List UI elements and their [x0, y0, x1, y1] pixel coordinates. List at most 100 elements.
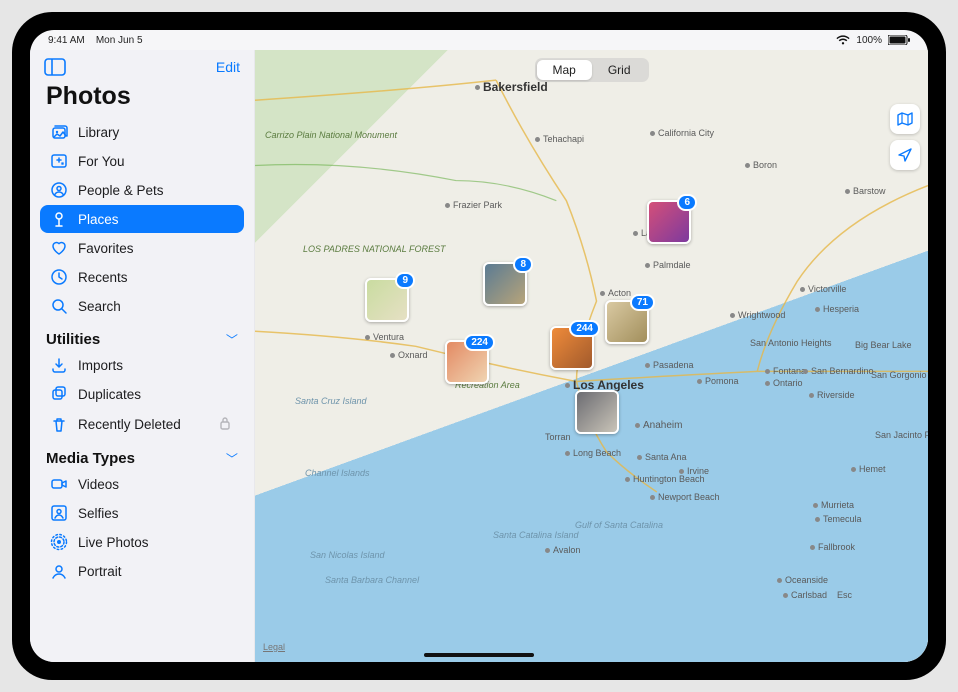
map-label: Santa Cruz Island — [295, 396, 367, 406]
video-icon — [50, 475, 68, 493]
lock-icon — [216, 414, 234, 435]
cluster-count-badge: 6 — [677, 194, 697, 211]
map-label: Palmdale — [645, 260, 691, 270]
edit-button[interactable]: Edit — [216, 59, 240, 75]
selfie-square-icon — [50, 504, 68, 522]
map-label: Hesperia — [815, 304, 859, 314]
map-grid-segmented[interactable]: Map Grid — [534, 58, 648, 82]
sidebar-section-utilities[interactable]: Utilities〉 — [36, 325, 248, 350]
status-right: 100% — [836, 35, 910, 46]
chevron-down-icon: 〉 — [223, 452, 240, 464]
map-label: Fallbrook — [810, 542, 855, 552]
cluster-thumb — [577, 392, 617, 432]
map-label: Murrieta — [813, 500, 854, 510]
map-label: Frazier Park — [445, 200, 502, 210]
segment-map[interactable]: Map — [536, 60, 591, 80]
sidebar-item-deleted[interactable]: Recently Deleted — [40, 409, 244, 440]
map-style-button[interactable] — [890, 104, 920, 134]
map-label: Ontario — [765, 378, 803, 388]
sidebar-item-portrait[interactable]: Portrait — [40, 557, 244, 585]
sidebar-item-label: Library — [78, 125, 119, 140]
photo-cluster[interactable]: 224 — [445, 340, 489, 384]
map-legal-link[interactable]: Legal — [263, 642, 285, 652]
map-label: Wrightwood — [730, 310, 785, 320]
sidebar-item-label: Favorites — [78, 241, 134, 256]
sidebar-item-selfies[interactable]: Selfies — [40, 499, 244, 527]
sidebar-item-label: Recents — [78, 270, 128, 285]
sidebar-item-foryou[interactable]: For You — [40, 147, 244, 175]
sidebar: Edit Photos Library For You People & Pets P… — [30, 50, 255, 662]
sidebar-item-label: Videos — [78, 477, 119, 492]
sidebar-item-label: Search — [78, 299, 121, 314]
photo-stack-icon — [50, 123, 68, 141]
wifi-icon — [836, 35, 850, 45]
map-label: San Nicolas Island — [310, 550, 385, 560]
sidebar-item-imports[interactable]: Imports — [40, 351, 244, 379]
map-label: Boron — [745, 160, 777, 170]
map-label: LOS PADRES NATIONAL FOREST — [303, 244, 446, 254]
map-label: Santa Barbara Channel — [325, 575, 419, 585]
sidebar-item-search[interactable]: Search — [40, 292, 244, 320]
status-left: 9:41 AM Mon Jun 5 — [48, 35, 143, 46]
map-label: Gulf of Santa Catalina — [575, 520, 663, 530]
map-label: Anaheim — [635, 420, 682, 431]
home-indicator[interactable] — [424, 653, 534, 657]
person-circle-icon — [50, 181, 68, 199]
photo-cluster[interactable] — [575, 390, 619, 434]
map-label: Carrizo Plain National Monument — [265, 130, 397, 140]
photo-cluster[interactable]: 9 — [365, 278, 409, 322]
portrait-icon — [50, 562, 68, 580]
sidebar-item-recents[interactable]: Recents — [40, 263, 244, 291]
map-label: Carlsbad — [783, 590, 827, 600]
map-label: Newport Beach — [650, 492, 720, 502]
section-title: Media Types — [46, 450, 135, 467]
sidebar-item-duplicates[interactable]: Duplicates — [40, 380, 244, 408]
sidebar-item-places[interactable]: Places — [40, 205, 244, 233]
photos-app: Edit Photos Library For You People & Pets P… — [30, 50, 928, 662]
sidebar-section-media-types[interactable]: Media Types 〉 — [36, 444, 248, 469]
photo-cluster[interactable]: 71 — [605, 300, 649, 344]
sidebar-item-label: Selfies — [78, 506, 119, 521]
status-date: Mon Jun 5 — [96, 35, 143, 46]
map-label: Pasadena — [645, 360, 694, 370]
map-label: Santa Ana — [637, 452, 687, 462]
photo-cluster[interactable]: 6 — [647, 200, 691, 244]
sidebar-toggle-icon[interactable] — [44, 58, 66, 76]
map-label: San Bernardino — [803, 366, 874, 376]
map-label: Acton — [600, 288, 631, 298]
map-label: Victorville — [800, 284, 846, 294]
sidebar-item-videos[interactable]: Videos — [40, 470, 244, 498]
download-icon — [50, 356, 68, 374]
pin-icon — [50, 210, 68, 228]
map-label: California City — [650, 128, 714, 138]
screen: 9:41 AM Mon Jun 5 100% — [30, 30, 928, 662]
map-label: Avalon — [545, 545, 580, 555]
map-label: Torran — [545, 432, 571, 442]
sidebar-item-label: Live Photos — [78, 535, 149, 550]
map-label: Long Beach — [565, 448, 621, 458]
map-label: Pomona — [697, 376, 739, 386]
map-label: San Gorgonio Mountain 11,499 ft — [871, 370, 928, 380]
sidebar-item-label: Recently Deleted — [78, 417, 181, 432]
photo-cluster[interactable]: 244 — [550, 326, 594, 370]
sidebar-item-people[interactable]: People & Pets — [40, 176, 244, 204]
map-label: Hemet — [851, 464, 886, 474]
cluster-count-badge: 224 — [464, 334, 495, 351]
map-label: Riverside — [809, 390, 855, 400]
map-label: Oceanside — [777, 575, 828, 585]
places-map-view[interactable]: BakersfieldTehachapiCalifornia CityBoron… — [255, 50, 928, 662]
heart-icon — [50, 239, 68, 257]
sidebar-item-favorites[interactable]: Favorites — [40, 234, 244, 262]
photo-cluster[interactable]: 8 — [483, 262, 527, 306]
map-label: San Antonio Heights — [750, 338, 832, 348]
sidebar-item-library[interactable]: Library — [40, 118, 244, 146]
map-label: Channel Islands — [305, 468, 370, 478]
dup-square-icon — [50, 385, 68, 403]
locate-me-button[interactable] — [890, 140, 920, 170]
sidebar-item-livephotos[interactable]: Live Photos — [40, 528, 244, 556]
segment-grid[interactable]: Grid — [592, 60, 647, 80]
sidebar-item-label: People & Pets — [78, 183, 164, 198]
app-title: Photos — [36, 78, 248, 117]
map-label: Oxnard — [390, 350, 428, 360]
status-bar: 9:41 AM Mon Jun 5 100% — [30, 30, 928, 50]
